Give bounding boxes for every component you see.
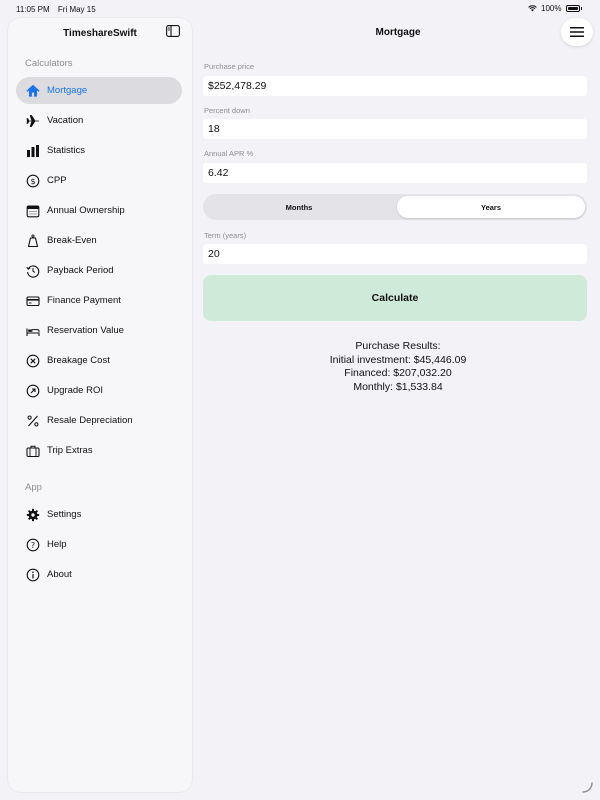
sidebar-item-about[interactable]: About (16, 561, 182, 588)
sidebar-item-reservation-value[interactable]: Reservation Value (16, 317, 182, 344)
monthly-result: Monthly: $1,533.84 (353, 380, 443, 393)
svg-text:$: $ (30, 177, 35, 186)
question-circle-icon: ? (26, 538, 40, 552)
sidebar-item-label: Reservation Value (47, 325, 124, 336)
sidebar-item-breakage-cost[interactable]: Breakage Cost (16, 347, 182, 374)
sidebar-item-vacation[interactable]: Vacation (16, 107, 182, 134)
sidebar-item-label: Upgrade ROI (47, 385, 103, 396)
battery-percent: 100% (541, 4, 562, 13)
calculate-button[interactable]: Calculate (203, 275, 587, 321)
sidebar-item-label: Finance Payment (47, 295, 121, 306)
section-header-calculators: Calculators (25, 58, 73, 69)
results-panel: Purchase Results: Initial investment: $4… (198, 340, 598, 394)
arrow-up-right-circle-icon (26, 384, 40, 398)
bed-icon (26, 324, 40, 338)
house-icon (26, 84, 40, 98)
info-circle-icon (26, 568, 40, 582)
sidebar-item-mortgage[interactable]: Mortgage (16, 77, 182, 104)
term-unit-segmented-control: Months Years (203, 194, 587, 220)
sidebar-title: TimeshareSwift (63, 28, 137, 39)
wifi-icon (528, 5, 537, 12)
hamburger-icon (570, 27, 584, 37)
clock-arrow-icon (26, 264, 40, 278)
sidebar-item-label: Vacation (47, 115, 84, 126)
sidebar-item-cpp[interactable]: $ CPP (16, 167, 182, 194)
battery-icon (565, 5, 580, 12)
results-heading: Purchase Results: (355, 340, 441, 352)
sidebar-item-resale-depreciation[interactable]: Resale Depreciation (16, 407, 182, 434)
annual-apr-input[interactable] (203, 163, 587, 183)
segment-months[interactable]: Months (205, 196, 393, 218)
sidebar-item-label: Break-Even (47, 235, 97, 246)
term-input[interactable] (203, 244, 587, 264)
sidebar-item-help[interactable]: ? Help (16, 531, 182, 558)
x-circle-icon (26, 354, 40, 368)
bar-chart-icon (26, 144, 40, 158)
sidebar-item-label: Help (47, 539, 67, 550)
sidebar-item-label: Breakage Cost (47, 355, 110, 366)
credit-card-icon (26, 294, 40, 308)
percent-icon (26, 414, 40, 428)
status-time: 11:05 PM (16, 5, 50, 14)
sidebar-item-label: About (47, 569, 72, 580)
financed-result: Financed: $207,032.20 (344, 367, 452, 379)
sidebar-item-trip-extras[interactable]: Trip Extras (16, 437, 182, 464)
sidebar-item-finance-payment[interactable]: Finance Payment (16, 287, 182, 314)
status-bar: 11:05 PM Fri May 15 100% (0, 0, 600, 18)
sidebar-item-payback-period[interactable]: Payback Period (16, 257, 182, 284)
page-title: Mortgage (375, 27, 421, 38)
purchase-price-input[interactable] (203, 76, 587, 96)
sidebar-item-label: Mortgage (47, 85, 88, 96)
airplane-icon (26, 114, 40, 128)
sidebar: TimeshareSwift Calculators Mortgage Vaca… (8, 18, 192, 792)
sidebar-item-label: Settings (47, 509, 82, 520)
percent-down-label: Percent down (204, 106, 250, 115)
sidebar-item-label: Trip Extras (47, 445, 93, 456)
sidebar-item-label: Statistics (47, 145, 86, 156)
initial-investment-result: Initial investment: $45,446.09 (329, 353, 467, 366)
sidebar-item-label: Annual Ownership (47, 205, 125, 216)
dollar-circle-icon: $ (26, 174, 40, 188)
purchase-price-label: Purchase price (204, 62, 255, 71)
term-label: Term (years) (204, 231, 247, 240)
sidebar-item-settings[interactable]: Settings (16, 501, 182, 528)
sidebar-toggle-icon[interactable] (166, 25, 180, 37)
sidebar-item-statistics[interactable]: Statistics (16, 137, 182, 164)
sidebar-item-break-even[interactable]: Break-Even (16, 227, 182, 254)
percent-down-input[interactable] (203, 119, 587, 139)
segment-years[interactable]: Years (397, 196, 585, 218)
sidebar-item-label: Resale Depreciation (47, 415, 133, 426)
section-header-app: App (25, 482, 42, 493)
menu-button[interactable] (561, 18, 593, 46)
sidebar-item-label: CPP (47, 175, 67, 186)
calendar-icon (26, 204, 40, 218)
sidebar-item-label: Payback Period (47, 265, 114, 276)
status-date: Fri May 15 (57, 5, 96, 14)
annual-apr-label: Annual APR % (204, 149, 254, 158)
suitcase-icon (26, 444, 40, 458)
svg-text:?: ? (31, 541, 35, 550)
gear-icon (26, 508, 40, 522)
resize-handle-icon[interactable] (581, 781, 593, 793)
scale-icon (26, 233, 40, 248)
sidebar-item-upgrade-roi[interactable]: Upgrade ROI (16, 377, 182, 404)
sidebar-item-annual-ownership[interactable]: Annual Ownership (16, 197, 182, 224)
